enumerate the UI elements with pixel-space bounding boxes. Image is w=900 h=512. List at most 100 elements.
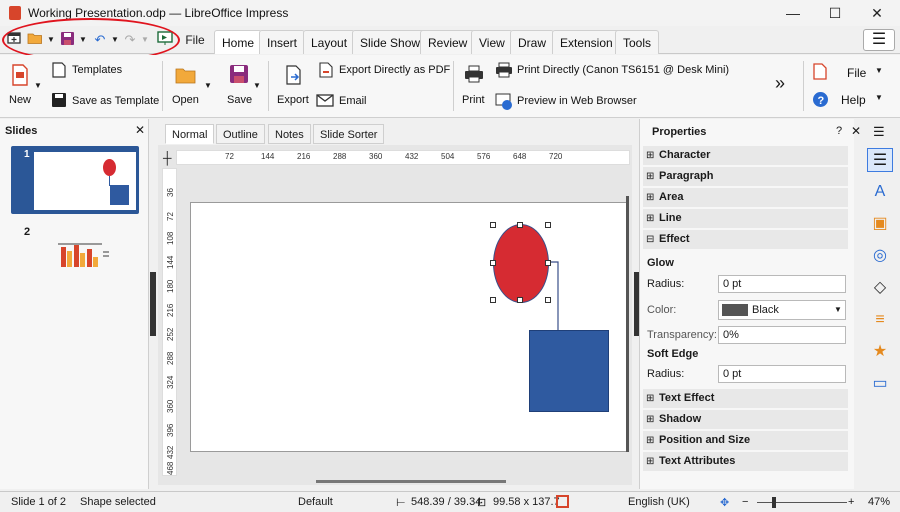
new-button[interactable]: New <box>9 94 31 106</box>
position-status: 548.39 / 39.34 <box>411 496 482 508</box>
zoom-level[interactable]: 47% <box>868 496 890 508</box>
slide-1-preview <box>34 152 136 210</box>
horizontal-ruler[interactable]: 72 144 216 288 360 432 504 576 648 720 <box>176 150 630 165</box>
horizontal-scrollbar[interactable] <box>316 480 506 483</box>
navigator-deck-icon[interactable]: ◎ <box>867 244 893 268</box>
selection-handle[interactable] <box>545 260 551 266</box>
file-menu-button[interactable]: File <box>847 66 866 80</box>
soft-edge-radius-field[interactable]: 0 pt <box>718 365 846 383</box>
glow-transparency-field[interactable]: 0% <box>718 326 846 344</box>
document-modified-icon[interactable] <box>556 495 569 508</box>
section-shadow[interactable]: ⊞ Shadow <box>643 410 848 429</box>
export-button[interactable]: Export <box>277 94 309 106</box>
fit-slide-icon[interactable]: ✥ <box>720 496 729 509</box>
sidebar-menu-button[interactable]: ☰ <box>873 124 885 140</box>
print-directly-button[interactable]: Print Directly (Canon TS6151 @ Desk Mini… <box>517 64 729 76</box>
save-button[interactable]: Save <box>227 94 252 106</box>
close-window-button[interactable]: ✕ <box>854 2 900 24</box>
save-as-template-button[interactable]: Save as Template <box>72 95 159 107</box>
section-text-attributes[interactable]: ⊞ Text Attributes <box>643 452 848 471</box>
shapes-deck-icon[interactable]: ◇ <box>867 276 893 300</box>
zoom-in-button[interactable]: + <box>848 496 854 508</box>
zoom-out-button[interactable]: − <box>742 496 748 508</box>
tab-view[interactable]: View <box>471 30 513 54</box>
help-menu-dropdown-icon[interactable]: ▼ <box>875 93 883 102</box>
file-menu-dropdown-icon[interactable]: ▼ <box>875 66 883 75</box>
minimize-button[interactable]: — <box>770 2 816 24</box>
properties-help-button[interactable]: ? <box>836 125 842 137</box>
save-ribbon-icon[interactable] <box>229 64 249 87</box>
tab-outline-view[interactable]: Outline <box>216 124 265 144</box>
selection-handle[interactable] <box>490 297 496 303</box>
tab-insert[interactable]: Insert <box>259 30 306 54</box>
email-button[interactable]: Email <box>339 95 367 107</box>
export-icon[interactable] <box>285 65 303 88</box>
open-button[interactable]: Open <box>172 94 199 106</box>
slides-pane-collapse-handle[interactable] <box>150 272 156 336</box>
section-area[interactable]: ⊞ Area <box>643 188 848 207</box>
tab-notes-view[interactable]: Notes <box>268 124 311 144</box>
ruler-tick: 432 <box>166 445 175 459</box>
selection-handle[interactable] <box>517 222 523 228</box>
print-button[interactable]: Print <box>462 94 485 106</box>
selection-handle[interactable] <box>545 297 551 303</box>
tab-tools[interactable]: Tools <box>615 30 660 54</box>
section-text-effect[interactable]: ⊞ Text Effect <box>643 389 848 408</box>
open-ribbon-dropdown-icon[interactable]: ▼ <box>204 81 212 90</box>
tab-slide-sorter-view[interactable]: Slide Sorter <box>313 124 385 144</box>
selection-handle[interactable] <box>545 222 551 228</box>
ruler-tick: 648 <box>513 152 527 161</box>
section-line[interactable]: ⊞ Line <box>643 209 848 228</box>
selection-handle[interactable] <box>490 260 496 266</box>
ruler-tick: 72 <box>225 152 234 161</box>
animation-deck-icon[interactable]: ★ <box>867 340 893 364</box>
preview-web-button[interactable]: Preview in Web Browser <box>517 95 637 107</box>
language-status[interactable]: English (UK) <box>628 496 690 508</box>
section-position-size[interactable]: ⊞ Position and Size <box>643 431 848 450</box>
tab-extension[interactable]: Extension <box>552 30 621 54</box>
vertical-scrollbar[interactable] <box>626 196 629 452</box>
ruler-tick: 720 <box>549 152 563 161</box>
templates-button[interactable]: Templates <box>72 64 122 76</box>
zoom-slider[interactable] <box>757 502 847 503</box>
styles-deck-icon[interactable]: A <box>867 180 893 204</box>
section-paragraph[interactable]: ⊞ Paragraph <box>643 167 848 186</box>
properties-deck-icon[interactable]: ☰ <box>867 148 893 172</box>
save-ribbon-dropdown-icon[interactable]: ▼ <box>253 81 261 90</box>
tab-home[interactable]: Home <box>214 30 263 54</box>
main-menu-button[interactable]: ☰ <box>863 29 895 51</box>
new-presentation-icon[interactable] <box>10 64 30 89</box>
properties-close-button[interactable]: ✕ <box>851 124 861 138</box>
zoom-slider-thumb[interactable] <box>772 497 776 508</box>
selection-handle[interactable] <box>490 222 496 228</box>
tab-review[interactable]: Review <box>420 30 476 54</box>
print-icon[interactable] <box>464 65 484 86</box>
new-dropdown-icon[interactable]: ▼ <box>34 81 42 90</box>
master-slides-deck-icon[interactable]: ≡ <box>867 308 893 332</box>
expand-icon: ⊞ <box>646 393 655 404</box>
tab-stop-icon[interactable]: ┼ <box>163 151 172 165</box>
help-menu-button[interactable]: Help <box>841 93 866 107</box>
selection-handle[interactable] <box>517 297 523 303</box>
section-character[interactable]: ⊞ Character <box>643 146 848 165</box>
gallery-deck-icon[interactable]: ▣ <box>867 212 893 236</box>
open-icon[interactable] <box>175 65 197 88</box>
tab-layout[interactable]: Layout <box>303 30 356 54</box>
export-pdf-button[interactable]: Export Directly as PDF <box>339 64 450 76</box>
tab-normal-view[interactable]: Normal <box>165 124 215 144</box>
slide-thumbnail-1[interactable]: 1 <box>11 146 139 214</box>
slides-pane-close-button[interactable]: ✕ <box>135 123 145 137</box>
vertical-ruler[interactable]: 36 72 108 144 180 216 252 288 324 360 39… <box>162 168 177 476</box>
slide-thumbnail-2[interactable] <box>56 237 112 272</box>
rectangle-shape[interactable] <box>529 330 609 412</box>
tab-slide-show[interactable]: Slide Show <box>352 30 429 54</box>
file-menu-tab[interactable]: File <box>182 31 208 49</box>
more-commands-button[interactable]: » <box>775 73 785 94</box>
master-slide-status[interactable]: Default <box>298 496 333 508</box>
glow-radius-field[interactable]: 0 pt <box>718 275 846 293</box>
slide-transition-deck-icon[interactable]: ▭ <box>867 372 893 396</box>
glow-color-dropdown[interactable]: Black ▼ <box>718 300 846 320</box>
maximize-button[interactable]: ☐ <box>812 2 858 24</box>
tab-draw[interactable]: Draw <box>510 30 555 54</box>
section-effect[interactable]: ⊟ Effect <box>643 230 848 249</box>
